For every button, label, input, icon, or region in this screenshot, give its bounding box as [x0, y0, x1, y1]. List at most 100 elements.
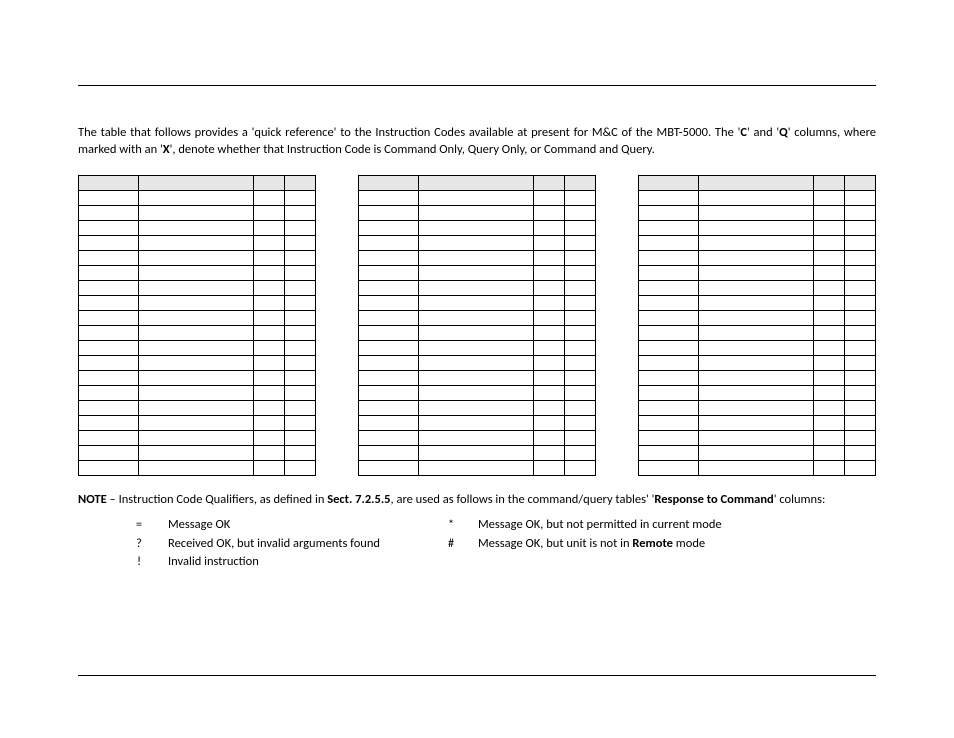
intro-bold-X: X — [163, 142, 170, 157]
table-cell — [418, 340, 533, 355]
table-cell — [698, 325, 813, 340]
table-cell — [813, 445, 844, 460]
table-row — [359, 415, 596, 430]
table-cell — [639, 460, 699, 475]
table-cell — [533, 265, 564, 280]
table-cell — [813, 190, 844, 205]
table-cell — [844, 400, 875, 415]
table-cell — [253, 295, 284, 310]
table-cell — [533, 460, 564, 475]
note-text: – Instruction Code Qualifiers, as define… — [107, 492, 328, 507]
table-cell — [79, 280, 139, 295]
qualifier-item: ! Invalid instruction — [78, 554, 430, 571]
table-cell — [564, 445, 595, 460]
table-cell — [639, 370, 699, 385]
table-cell — [564, 415, 595, 430]
table-cell — [284, 460, 315, 475]
table-cell — [138, 415, 253, 430]
table-row — [79, 430, 316, 445]
table-cell — [253, 370, 284, 385]
table-row — [639, 295, 876, 310]
table-cell — [253, 265, 284, 280]
table-cell — [698, 385, 813, 400]
table-cell — [253, 460, 284, 475]
table-row — [359, 280, 596, 295]
table-cell — [698, 190, 813, 205]
table-row — [79, 325, 316, 340]
table-cell — [253, 325, 284, 340]
table-cell — [284, 355, 315, 370]
table-cell — [639, 325, 699, 340]
table-row — [79, 295, 316, 310]
table-cell — [79, 370, 139, 385]
table-cell — [844, 220, 875, 235]
table-cell — [253, 400, 284, 415]
table-cell — [533, 445, 564, 460]
table-cell — [284, 325, 315, 340]
intro-bold-C: C — [740, 125, 747, 140]
table-cell — [564, 400, 595, 415]
table-row — [639, 370, 876, 385]
table-cell — [138, 355, 253, 370]
table-cell — [253, 385, 284, 400]
table-cell — [418, 445, 533, 460]
table-cell — [359, 370, 419, 385]
table-cell — [564, 280, 595, 295]
table-cell — [138, 295, 253, 310]
table-row — [79, 220, 316, 235]
table-cell — [138, 190, 253, 205]
note-text: , are used as follows in the command/que… — [391, 492, 655, 507]
table-row — [359, 430, 596, 445]
table-row — [359, 325, 596, 340]
table-cell — [253, 280, 284, 295]
table-cell — [138, 385, 253, 400]
note-sect-bold: Sect. 7.2.5.5 — [327, 492, 390, 507]
table-cell — [418, 220, 533, 235]
table-cell — [813, 295, 844, 310]
table-cell — [138, 235, 253, 250]
table-cell — [533, 325, 564, 340]
reference-tables — [78, 175, 876, 476]
qualifier-text: Message OK, but not permitted in current… — [478, 517, 876, 534]
table-cell — [418, 280, 533, 295]
table-cell — [253, 220, 284, 235]
table-cell — [359, 430, 419, 445]
qualifier-text: Invalid instruction — [168, 554, 430, 571]
table-cell — [639, 340, 699, 355]
table-row — [79, 250, 316, 265]
table-cell — [79, 235, 139, 250]
table-cell — [564, 355, 595, 370]
intro-paragraph: The table that follows provides a 'quick… — [78, 125, 876, 159]
table-cell — [284, 310, 315, 325]
table-cell — [698, 205, 813, 220]
qualifier-columns: = Message OK ? Received OK, but invalid … — [78, 517, 876, 574]
table-cell — [533, 415, 564, 430]
table-cell — [698, 340, 813, 355]
table-cell — [564, 205, 595, 220]
intro-bold-Q: Q — [779, 125, 788, 140]
table-row — [79, 190, 316, 205]
table-cell — [418, 430, 533, 445]
table-cell — [844, 205, 875, 220]
table-cell — [418, 370, 533, 385]
table-row — [639, 355, 876, 370]
table-row — [639, 235, 876, 250]
qualifiers-right: * Message OK, but not permitted in curre… — [430, 517, 876, 574]
table-cell — [418, 205, 533, 220]
table-row — [639, 205, 876, 220]
table-cell — [698, 370, 813, 385]
table-cell — [253, 235, 284, 250]
table-cell — [284, 235, 315, 250]
table-row — [359, 250, 596, 265]
table-cell — [253, 340, 284, 355]
table-cell — [639, 250, 699, 265]
table-cell — [418, 460, 533, 475]
table-row — [639, 280, 876, 295]
table-cell — [79, 385, 139, 400]
table-row — [79, 415, 316, 430]
table-cell — [698, 220, 813, 235]
table-cell — [813, 250, 844, 265]
table-cell — [844, 340, 875, 355]
table-cell — [533, 340, 564, 355]
table-row — [359, 445, 596, 460]
